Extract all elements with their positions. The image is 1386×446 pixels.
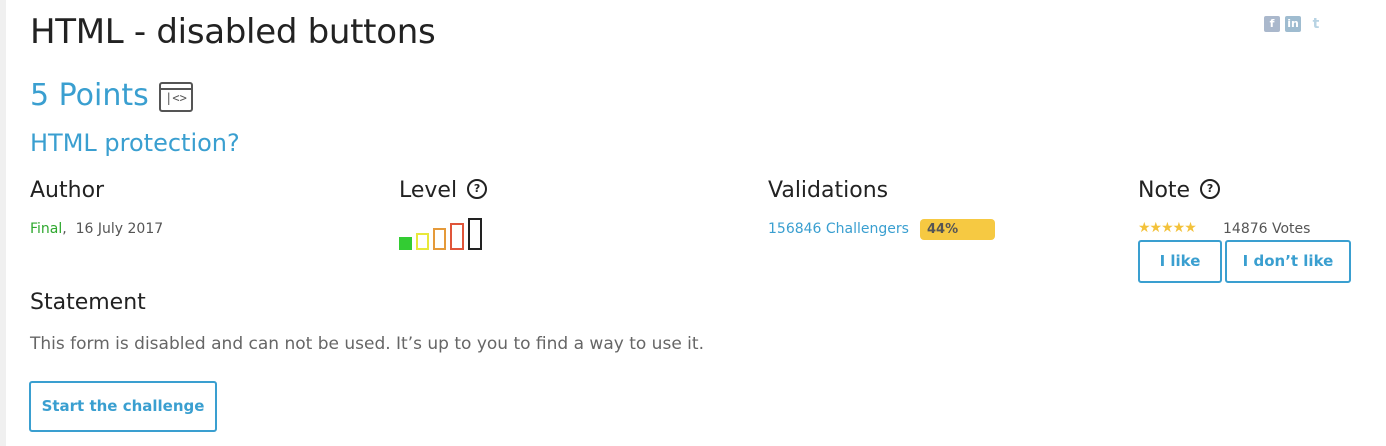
author-status[interactable]: Final [30,221,62,237]
note-label: Note [1138,178,1191,203]
author-info: Final, 16 July 2017 [30,221,163,237]
level-bar-2 [416,233,429,250]
votes-count: 14876 Votes [1223,221,1311,237]
author-date: , 16 July 2017 [62,221,164,237]
level-bar-5 [468,218,482,250]
code-window-icon: |<> [159,82,193,112]
level-heading: Level? [399,178,488,203]
note-heading: Note? [1138,178,1221,203]
left-border [0,0,6,446]
dislike-button[interactable]: I don’t like [1225,240,1351,283]
author-label: Author [30,178,105,203]
like-button[interactable]: I like [1138,240,1222,283]
rating-stars-icon: ★★★★★ [1138,220,1197,236]
help-icon[interactable]: ? [1200,179,1221,199]
twitter-icon[interactable]: t [1308,16,1324,32]
challengers-link[interactable]: 156846 Challengers [768,221,909,237]
validations-heading: Validations [768,178,888,203]
help-icon[interactable]: ? [467,179,488,199]
level-bar-4 [450,223,464,250]
author-heading: Author [30,178,104,203]
level-bar-1 [399,237,412,250]
statement-text: This form is disabled and can not be use… [30,334,704,354]
linkedin-icon[interactable]: in [1285,16,1301,32]
page-title: HTML - disabled buttons [30,12,436,52]
start-challenge-button[interactable]: Start the challenge [29,381,217,432]
level-bar-3 [433,228,446,250]
level-label: Level [399,178,458,203]
code-window-icon-glyph: |<> [165,91,187,105]
facebook-icon[interactable]: f [1264,16,1280,32]
statement-heading: Statement [30,290,146,315]
validations-label: Validations [768,178,889,203]
points-value: 5 Points [30,78,149,113]
validation-percent-badge: 44% [920,219,995,240]
challenge-subtitle: HTML protection? [30,129,240,157]
